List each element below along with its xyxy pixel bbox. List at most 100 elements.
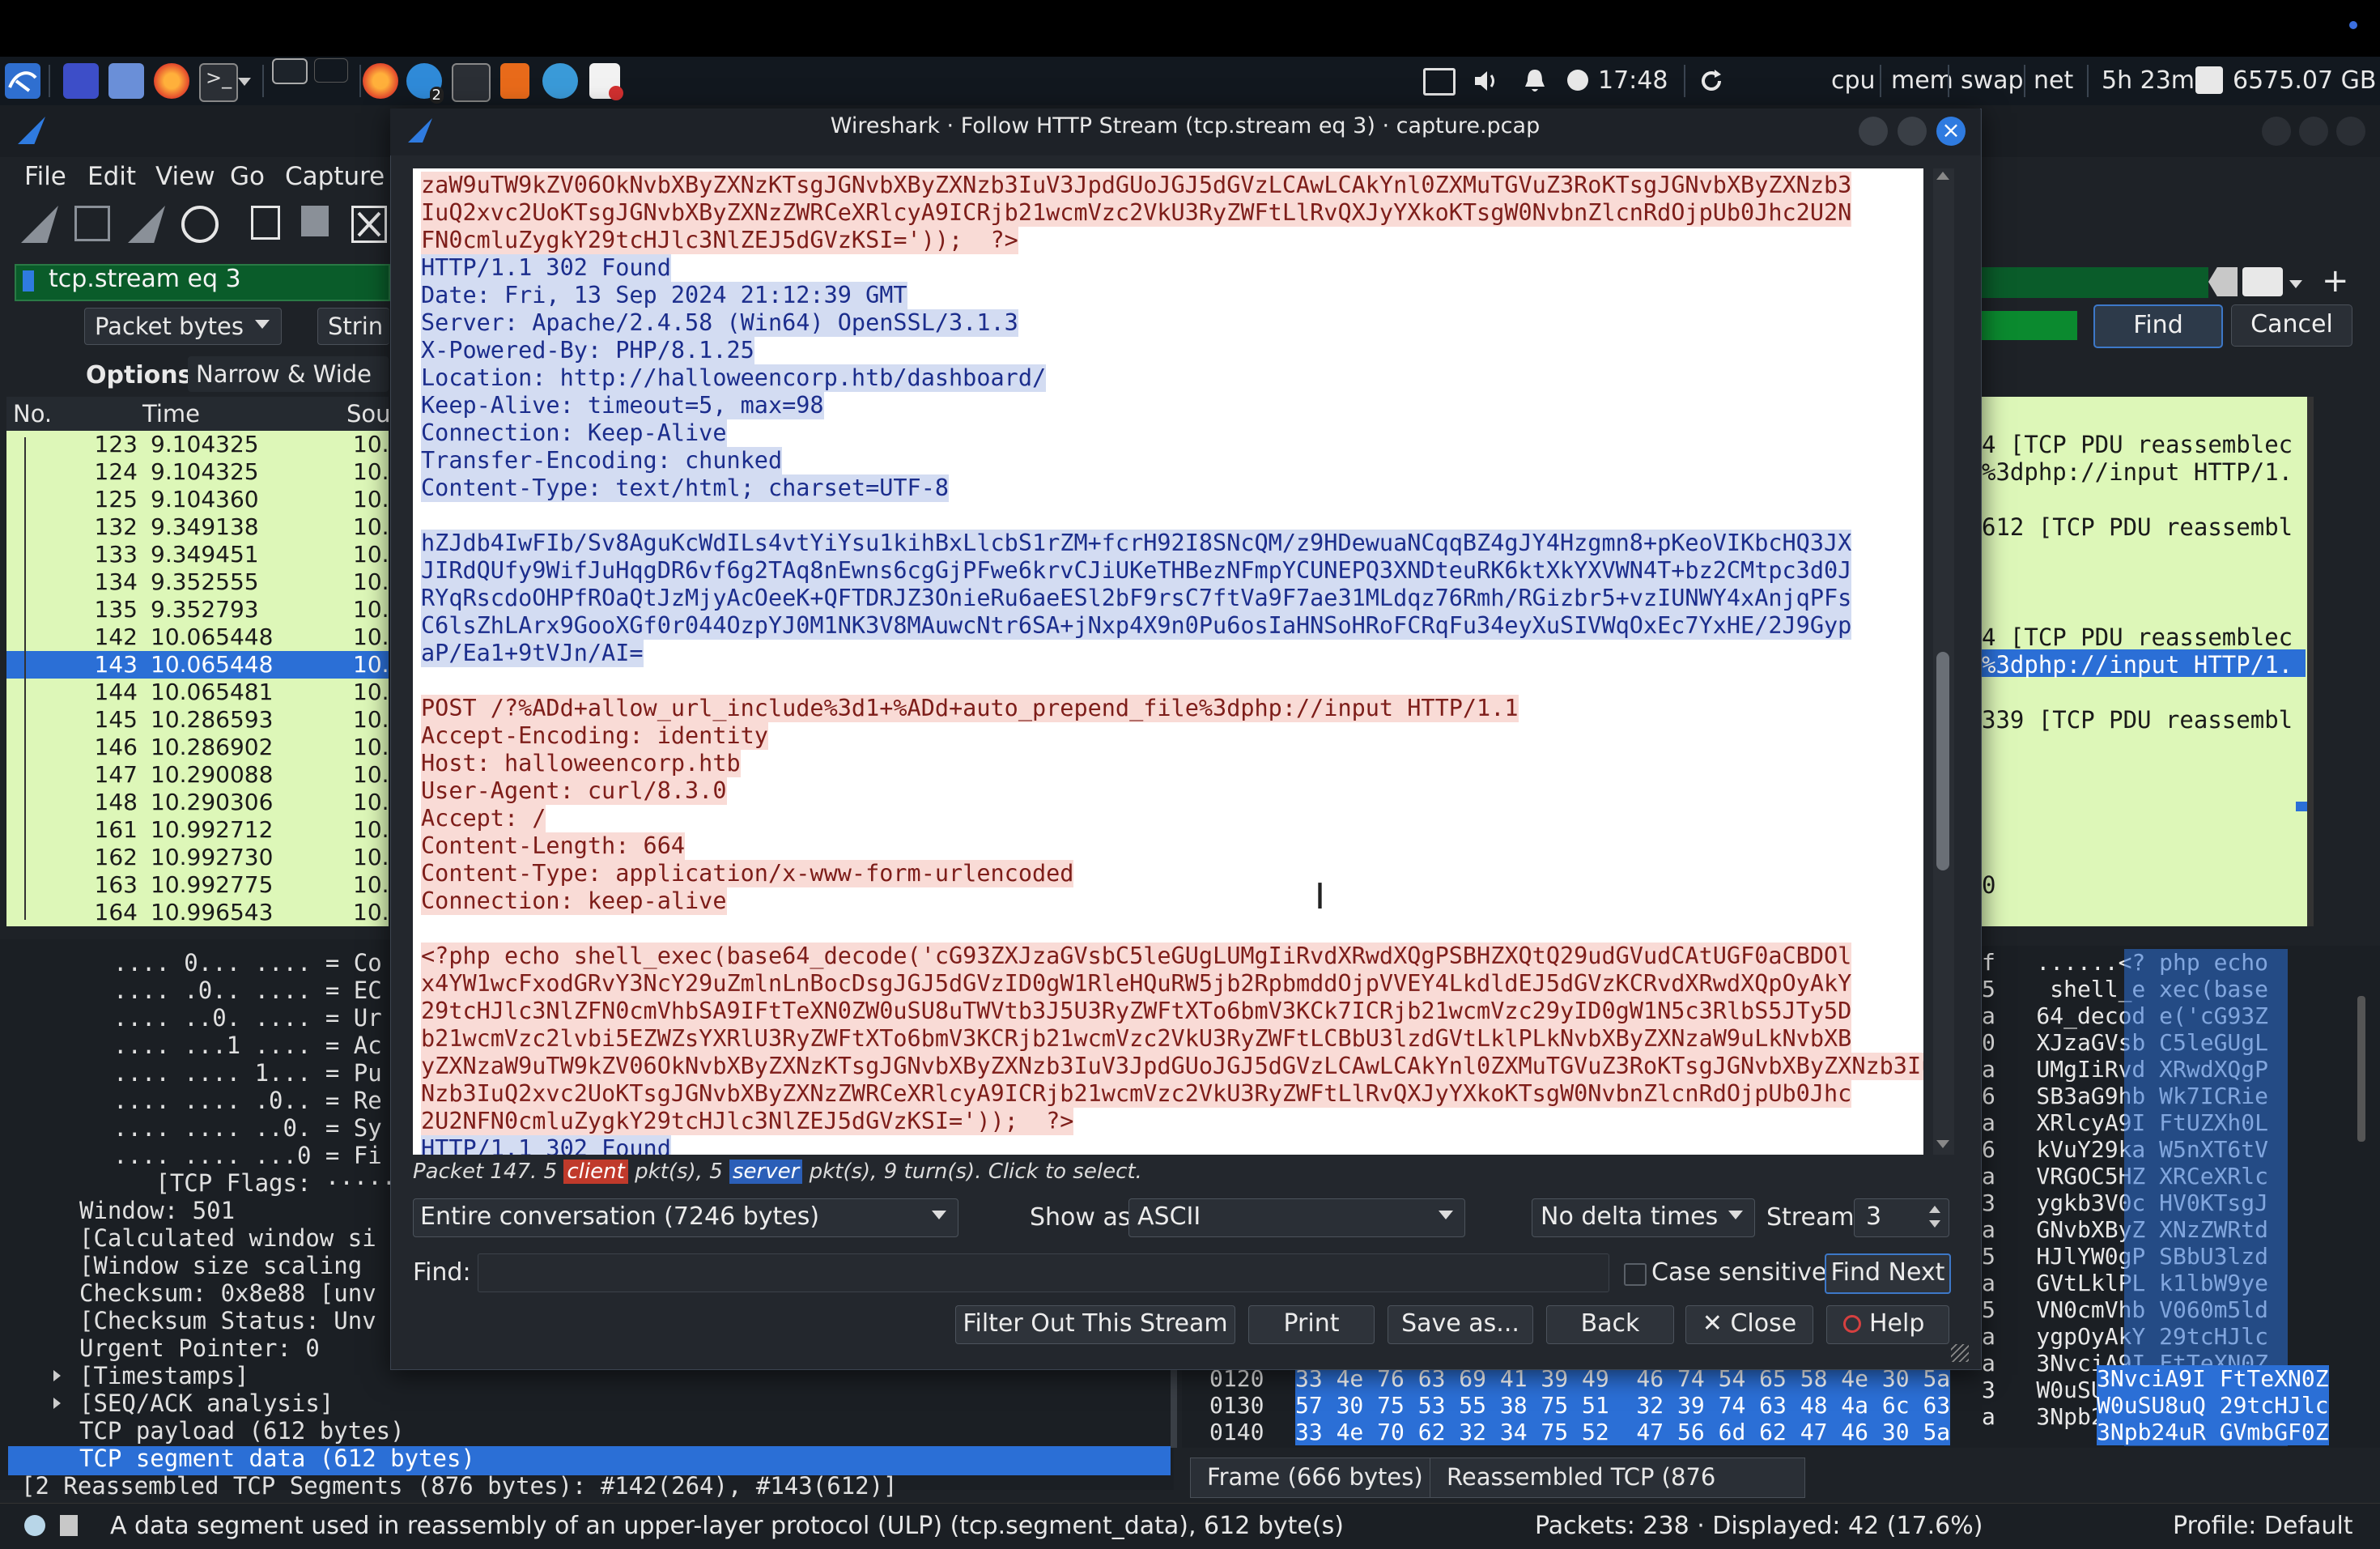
packet-row[interactable]: 161 10.992712 10. <box>6 816 389 844</box>
packet-row[interactable]: 143 10.065448 10. <box>6 651 389 679</box>
detail-line[interactable]: Window: 501 <box>79 1197 235 1224</box>
detail-line[interactable]: .... 0... .... = Co <box>113 949 382 977</box>
hex-bytes[interactable]: 33 4e 70 62 32 34 75 52 47 56 6d 62 47 4… <box>1295 1419 1951 1445</box>
column-source[interactable]: Sou <box>346 400 391 428</box>
packet-row[interactable]: 142 10.065448 10. <box>6 623 389 651</box>
detail-line[interactable]: .... .... ..0. = Sy <box>113 1114 382 1142</box>
conversation-select[interactable]: Entire conversation (7246 bytes) <box>413 1198 958 1237</box>
menu-file[interactable]: File <box>24 162 66 191</box>
window-thumbnail-icon-2[interactable] <box>314 58 348 83</box>
menu-edit[interactable]: Edit <box>87 162 136 191</box>
search-in-select[interactable]: Packet bytes <box>84 308 282 345</box>
profile-label[interactable]: Profile: Default <box>2173 1512 2353 1540</box>
find-input[interactable] <box>478 1253 1609 1292</box>
maximize-button[interactable] <box>1898 117 1927 146</box>
wireshark-fin-icon[interactable] <box>542 63 578 99</box>
workspace-icon[interactable] <box>63 63 99 99</box>
start-capture-icon[interactable] <box>21 206 58 243</box>
packet-row[interactable]: 162 10.992730 10. <box>6 844 389 871</box>
cancel-button[interactable]: Cancel <box>2231 304 2352 347</box>
tab-frame[interactable]: Frame (666 bytes) <box>1190 1458 1440 1498</box>
bytes-scrollbar[interactable] <box>2357 996 2365 1142</box>
filter-field-right[interactable] <box>1980 267 2208 298</box>
refresh-icon[interactable] <box>1697 66 1726 96</box>
packet-list-scrollbar[interactable] <box>2307 397 2314 926</box>
expert-info-icon[interactable] <box>24 1515 45 1536</box>
menu-go[interactable]: Go <box>230 162 265 191</box>
detail-line[interactable]: .... ..0. .... = Ur <box>113 1004 382 1032</box>
detail-line[interactable]: [Calculated window si <box>79 1224 376 1252</box>
detail-line[interactable]: [TCP Flags: ······· <box>113 1169 424 1197</box>
cpu-meter[interactable]: cpu <box>1831 66 1876 95</box>
close-button[interactable]: ✕ Close <box>1685 1305 1813 1344</box>
char-width-select[interactable]: Narrow & Wide <box>188 356 389 392</box>
close-icon[interactable]: × <box>1936 117 1966 146</box>
stream-content[interactable]: zaW9uTW9kZV06OkNvbXByZXNzKTsgJGNvbXByZXN… <box>413 168 1923 1155</box>
spin-up-icon[interactable] <box>1929 1206 1940 1213</box>
packet-row[interactable]: 133 9.349451 10. <box>6 541 389 568</box>
document-task-icon[interactable] <box>589 63 623 100</box>
scroll-up-icon[interactable] <box>1936 172 1949 180</box>
swap-meter[interactable]: swap <box>1961 66 2024 95</box>
find-next-button[interactable]: Find Next <box>1825 1253 1951 1294</box>
clock[interactable]: 17:48 <box>1598 66 1668 95</box>
packet-row[interactable]: 132 9.349138 10. <box>6 513 389 541</box>
bell-icon[interactable] <box>1520 66 1549 96</box>
detail-line[interactable]: .... .... .0.. = Re <box>113 1087 382 1114</box>
close-file-icon[interactable] <box>351 206 387 243</box>
detail-line[interactable]: [SEQ/ACK analysis] <box>79 1389 334 1417</box>
detail-line[interactable]: TCP segment data (612 bytes) <box>79 1445 475 1472</box>
terminal-icon[interactable]: >_ <box>199 63 238 102</box>
apply-filter-icon[interactable] <box>2242 267 2283 296</box>
detail-line[interactable]: [Timestamps] <box>79 1362 249 1389</box>
filter-history-icon[interactable] <box>2289 280 2302 288</box>
spin-down-icon[interactable] <box>1929 1220 1940 1228</box>
stream-number-spinbox[interactable]: 3 <box>1854 1198 1949 1237</box>
packet-row[interactable]: 148 10.290306 10. <box>6 789 389 816</box>
window-thumbnail-icon[interactable] <box>272 58 308 84</box>
display-icon[interactable] <box>1423 68 1456 96</box>
detail-line[interactable]: Urgent Pointer: 0 <box>79 1334 320 1362</box>
hex-ascii[interactable]: W0uSU8uQ 29tcHJlc <box>2097 1392 2329 1419</box>
display-filter-input[interactable]: tcp.stream eq 3 <box>49 265 241 293</box>
volume-icon[interactable] <box>1472 66 1501 96</box>
detail-line[interactable]: [Window size scaling <box>79 1252 362 1279</box>
packet-row[interactable]: 124 9.104325 10. <box>6 458 389 486</box>
detail-line[interactable]: .... .... ...0 = Fi <box>113 1142 382 1169</box>
detail-line[interactable]: [2 Reassembled TCP Segments (876 bytes):… <box>21 1472 898 1500</box>
menu-view[interactable]: View <box>155 162 215 191</box>
packet-row[interactable]: 135 9.352793 10. <box>6 596 389 623</box>
edit-comment-icon[interactable] <box>60 1515 78 1536</box>
burp-task-icon[interactable] <box>500 63 529 99</box>
save-file-icon[interactable] <box>301 206 329 236</box>
add-filter-icon[interactable]: + <box>2322 262 2349 300</box>
packet-row[interactable]: 147 10.290088 10. <box>6 761 389 789</box>
detail-line[interactable]: TCP payload (612 bytes) <box>79 1417 405 1445</box>
help-button[interactable]: Help <box>1826 1305 1949 1344</box>
find-button[interactable]: Find <box>2093 304 2223 348</box>
expand-arrow-icon[interactable] <box>53 1370 61 1381</box>
hex-bytes[interactable]: 57 30 75 53 55 38 75 51 32 39 74 63 48 4… <box>1295 1392 1951 1419</box>
net-meter[interactable]: net <box>2034 66 2073 95</box>
menu-capture[interactable]: Capture <box>285 162 385 191</box>
restart-capture-icon[interactable] <box>128 206 165 243</box>
detail-line[interactable]: .... .0.. .... = EC <box>113 977 382 1004</box>
column-no[interactable]: No. <box>13 400 52 428</box>
packet-row[interactable]: 144 10.065481 10. <box>6 679 389 706</box>
scroll-down-icon[interactable] <box>1936 1140 1949 1148</box>
main-window-button[interactable] <box>2262 117 2291 146</box>
firefox-task-icon[interactable] <box>363 63 398 99</box>
print-button[interactable]: Print <box>1248 1305 1375 1344</box>
column-time[interactable]: Time <box>142 400 200 428</box>
tab-reassembled-tcp[interactable]: Reassembled TCP (876 bytes) <box>1430 1458 1805 1528</box>
packet-row[interactable]: 134 9.352555 10. <box>6 568 389 596</box>
minimize-button[interactable] <box>1859 117 1888 146</box>
detail-line[interactable]: [Checksum Status: Unv <box>79 1307 376 1334</box>
packet-row[interactable]: 125 9.104360 10. <box>6 486 389 513</box>
back-button[interactable]: Back <box>1546 1305 1674 1344</box>
packet-row[interactable]: 145 10.286593 10. <box>6 706 389 734</box>
kali-menu-icon[interactable] <box>5 63 40 99</box>
case-sensitive-checkbox[interactable] <box>1624 1263 1647 1286</box>
wireshark-task-icon[interactable]: 2 <box>406 63 444 104</box>
packet-row[interactable]: 163 10.992775 10. <box>6 871 389 899</box>
